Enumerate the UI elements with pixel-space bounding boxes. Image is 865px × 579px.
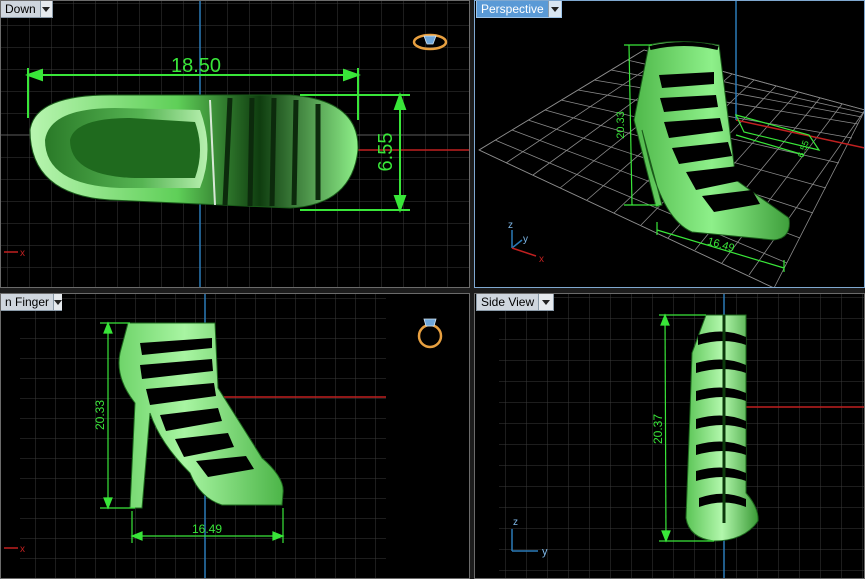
dimension-height-label: 20.33	[93, 400, 107, 430]
dropdown-arrow-icon[interactable]	[538, 294, 553, 310]
viewport-side-tab-label: Side View	[481, 295, 535, 309]
ring-gizmo-icon[interactable]	[417, 318, 443, 349]
dimension-height-label: 20.33	[615, 111, 627, 139]
dimension-width-label: 6.55	[375, 133, 397, 172]
viewport-perspective-tab[interactable]: Perspective	[476, 0, 562, 18]
viewport-side-canvas[interactable]: 20.37 z y	[474, 293, 865, 579]
viewport-front-canvas[interactable]: 20.33 16.49 x	[0, 293, 470, 579]
viewport-perspective-canvas[interactable]: 20.33 16.49 6.55 z y x	[474, 0, 865, 288]
viewport-top-canvas[interactable]: 18.50 6.55 x	[0, 0, 470, 288]
dimension-length-label: 18.50	[171, 55, 221, 77]
axis-z-label: z	[513, 517, 518, 528]
viewport-side[interactable]: 20.37 z y Side View	[474, 293, 865, 579]
axis-y-label: y	[542, 546, 548, 558]
axis-x-label: x	[539, 254, 544, 265]
viewport-side-tab[interactable]: Side View	[476, 293, 554, 311]
axis-y-label: y	[523, 234, 528, 245]
viewport-perspective-tab-label: Perspective	[481, 2, 544, 16]
axis-z-label: z	[508, 220, 513, 231]
viewport-perspective[interactable]: 20.33 16.49 6.55 z y x Perspective	[474, 0, 865, 288]
viewport-top-tab-label: Down	[5, 2, 36, 16]
dropdown-arrow-icon[interactable]	[53, 294, 63, 310]
viewport-front[interactable]: 20.33 16.49 x n Finger	[0, 293, 470, 579]
viewport-top[interactable]: 18.50 6.55 x Down	[0, 0, 470, 288]
shoe-model-top[interactable]	[29, 94, 359, 209]
dropdown-arrow-icon[interactable]	[39, 1, 52, 17]
dropdown-arrow-icon[interactable]	[547, 1, 561, 17]
axis-x-label: x	[20, 544, 25, 555]
axis-x-label: x	[20, 248, 25, 259]
viewport-top-tab[interactable]: Down	[0, 0, 53, 18]
dimension-height-label: 20.37	[651, 414, 665, 444]
viewport-front-tab-label: n Finger	[5, 295, 50, 309]
dimension-length-label: 16.49	[192, 522, 222, 536]
viewport-front-tab[interactable]: n Finger	[0, 293, 63, 311]
